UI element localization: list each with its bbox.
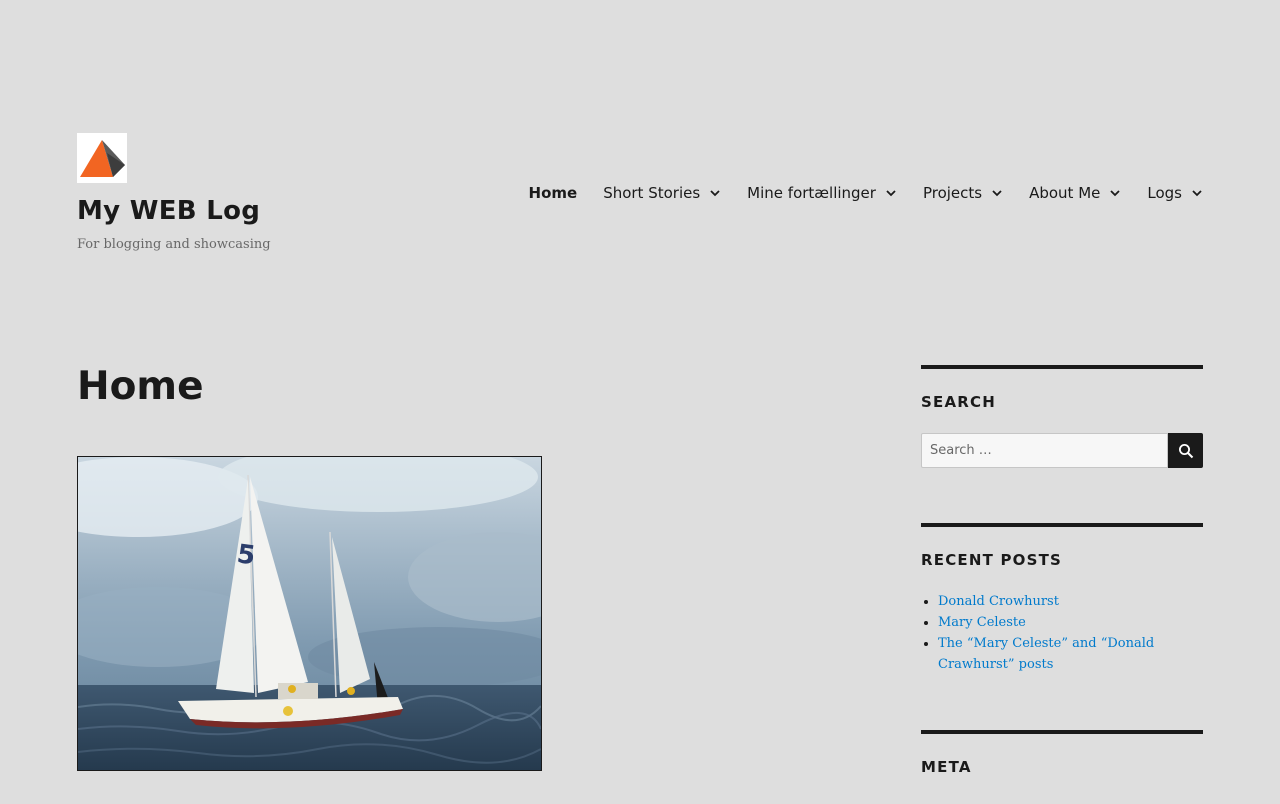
recent-post-link[interactable]: Donald Crowhurst	[938, 594, 1059, 609]
chevron-down-icon[interactable]	[885, 187, 897, 199]
meta-widget-title: Meta	[921, 758, 972, 776]
page-title: Home	[77, 364, 204, 409]
chevron-down-icon[interactable]	[709, 187, 721, 199]
search-icon	[1178, 443, 1193, 458]
list-item: Mary Celeste	[938, 612, 1203, 633]
main-navigation: Home Short Stories Mine fortællinger Pro…	[529, 180, 1203, 206]
list-item: Donald Crowhurst	[938, 591, 1203, 612]
chevron-down-icon[interactable]	[1191, 187, 1203, 199]
nav-item-label: Mine fortællinger	[747, 184, 876, 202]
search-input[interactable]	[921, 433, 1168, 468]
site-logo[interactable]	[77, 133, 127, 183]
meta-widget: Meta	[921, 730, 1203, 804]
nav-item-label: Logs	[1147, 184, 1182, 202]
nav-item-label: Home	[528, 184, 578, 202]
chevron-down-icon[interactable]	[1109, 187, 1121, 199]
nav-item-label: Projects	[922, 184, 983, 202]
search-widget: Search	[921, 365, 1203, 479]
nav-item-about-me[interactable]: About Me	[1029, 184, 1121, 202]
site-title[interactable]: My WEB Log	[77, 196, 260, 226]
search-widget-title: Search	[921, 393, 996, 411]
featured-image[interactable]: 5	[77, 456, 542, 771]
site-tagline: For blogging and showcasing	[77, 237, 271, 252]
nav-item-home[interactable]: Home	[529, 184, 578, 202]
sailing-trimaran-image: 5	[78, 457, 541, 770]
recent-posts-list: Donald Crowhurst Mary Celeste The “Mary …	[921, 591, 1203, 675]
search-button[interactable]	[1168, 433, 1203, 468]
nav-item-mine-fortaellinger[interactable]: Mine fortællinger	[747, 184, 897, 202]
orange-triangle-logo-icon	[80, 140, 125, 177]
recent-post-link[interactable]: Mary Celeste	[938, 615, 1026, 630]
list-item: The “Mary Celeste” and “Donald Crawhurst…	[938, 633, 1203, 675]
nav-item-label: About Me	[1029, 184, 1101, 202]
nav-item-projects[interactable]: Projects	[923, 184, 1003, 202]
nav-item-logs[interactable]: Logs	[1147, 184, 1203, 202]
search-form	[921, 433, 1203, 468]
recent-posts-widget-title: Recent Posts	[921, 551, 1063, 569]
recent-posts-widget: Recent Posts Donald Crowhurst Mary Celes…	[921, 523, 1203, 687]
nav-item-label: Short Stories	[603, 184, 701, 202]
nav-item-short-stories[interactable]: Short Stories	[603, 184, 721, 202]
recent-post-link[interactable]: The “Mary Celeste” and “Donald Crawhurst…	[938, 636, 1154, 672]
chevron-down-icon[interactable]	[991, 187, 1003, 199]
